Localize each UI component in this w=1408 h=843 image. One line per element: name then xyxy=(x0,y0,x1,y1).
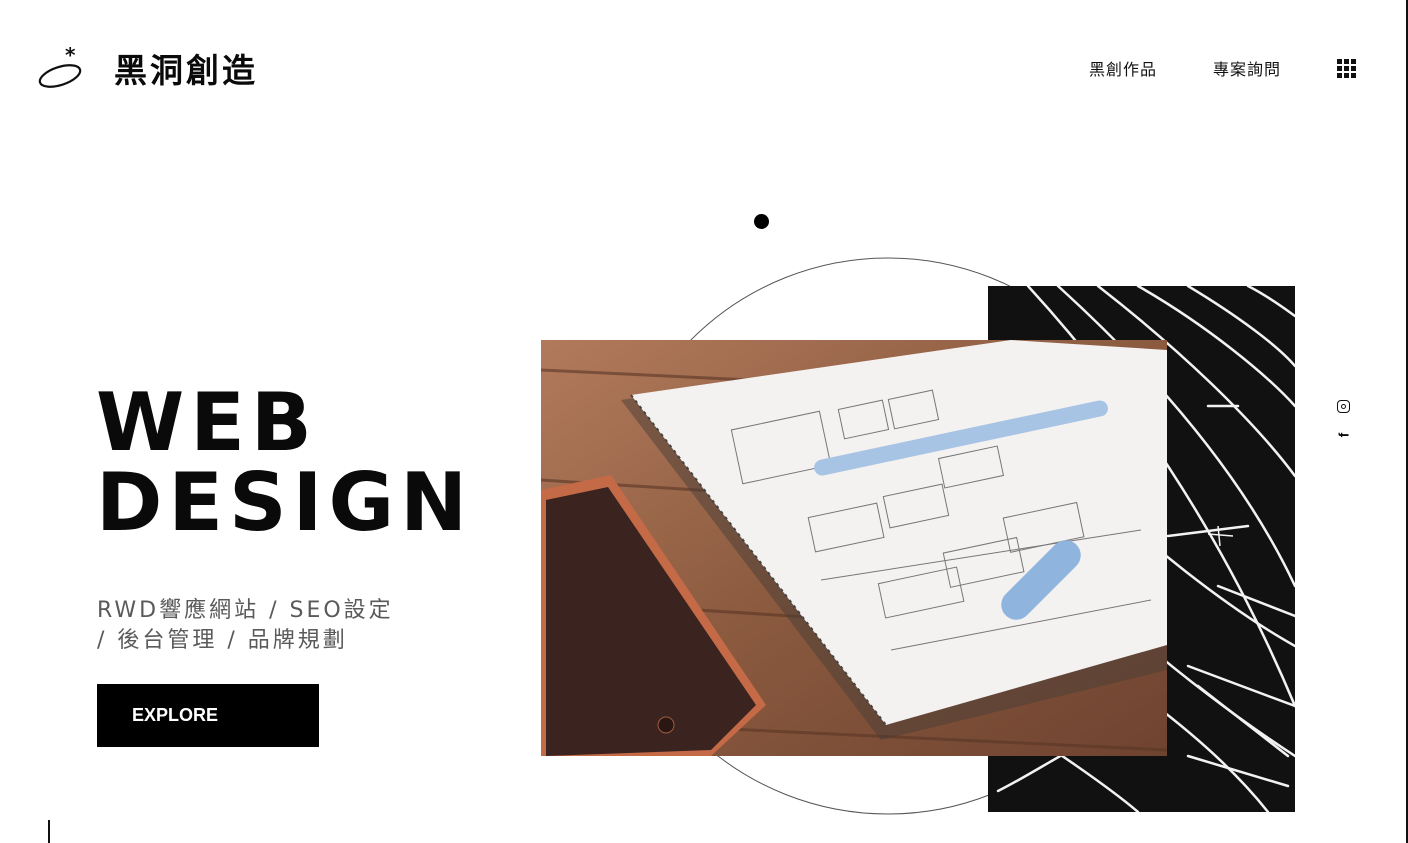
facebook-icon[interactable]: f xyxy=(1335,433,1351,438)
scroll-indicator xyxy=(48,820,50,843)
notebook-phone-image xyxy=(541,340,1167,756)
hero-photo xyxy=(541,340,1167,756)
instagram-icon[interactable] xyxy=(1337,400,1350,413)
social-links: f xyxy=(1335,400,1351,443)
